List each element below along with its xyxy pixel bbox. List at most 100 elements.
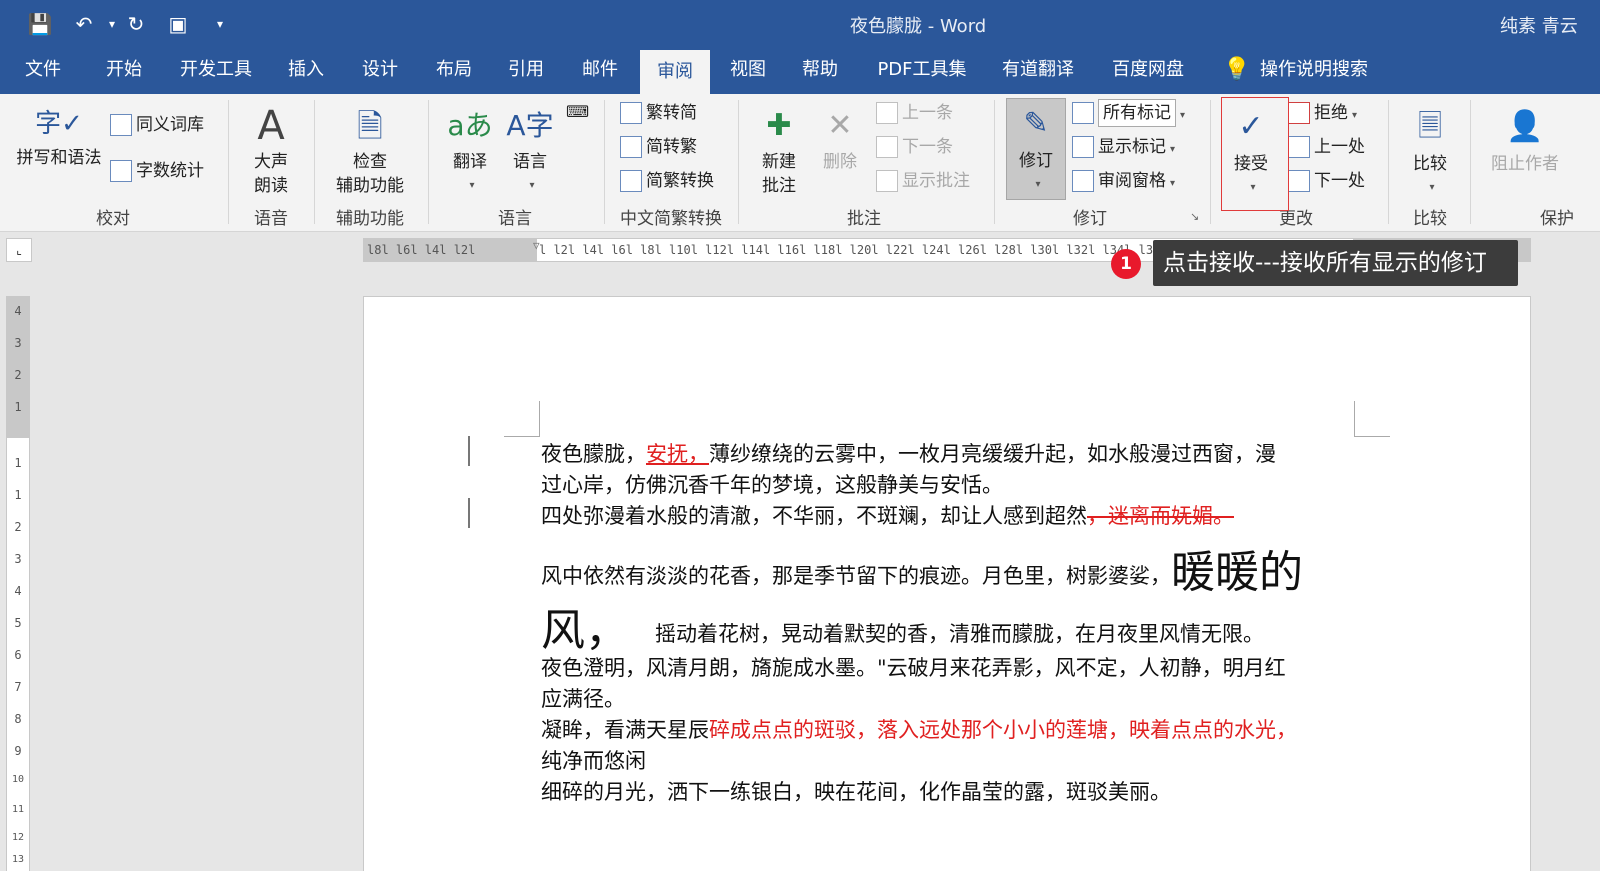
keyboard-icon[interactable]: ⌨ (566, 102, 589, 121)
group-divider (738, 100, 739, 224)
markup-dropdown[interactable]: 所有标记 ▾ (1072, 98, 1185, 128)
ruler-number: 7 (14, 680, 22, 694)
compare-button[interactable]: 🗏 比较 ▾ (1400, 102, 1460, 200)
previous-change-button[interactable]: 上一处 (1288, 132, 1365, 162)
delete-comment-button[interactable]: ✕ 删除 (812, 102, 868, 174)
ribbon: 字✓ 拼写和语法 同义词库 字数统计 校对 A 大声 朗读 语音 🗎 检查 辅助… (0, 94, 1600, 232)
simp-to-trad-button[interactable]: 简转繁 (620, 132, 697, 162)
lightbulb-icon[interactable]: 💡 (1222, 48, 1252, 94)
inserted-text: 安抚， (646, 442, 709, 466)
previous-comment-button[interactable]: 上一条 (876, 98, 953, 128)
window-title: 夜色朦胧 - Word (850, 16, 987, 37)
save-icon[interactable]: 💾 (26, 10, 54, 38)
group-speech: 语音 (254, 209, 288, 229)
doc-line[interactable]: 过心岸，仿佛沉香千年的梦境，这般静美与安恬。 (541, 469, 1003, 499)
tab-view[interactable]: 视图 (718, 48, 778, 94)
markup-icon (1072, 102, 1094, 124)
doc-line[interactable]: 夜色朦胧，安抚，薄纱缭绕的云雾中，一枚月亮缓缓升起，如水般漫过西窗，漫 (541, 438, 1276, 468)
group-tracking: 修订 (1073, 209, 1107, 229)
tab-help[interactable]: 帮助 (790, 48, 850, 94)
translate-button[interactable]: aあ 翻译 ▾ (440, 102, 500, 198)
ruler-number: 4 (14, 304, 22, 318)
tab-review[interactable]: 审阅 (640, 48, 710, 94)
tab-selector-icon[interactable]: ⌞ (6, 238, 32, 262)
tab-baidu[interactable]: 百度网盘 (1102, 48, 1194, 94)
reviewing-pane-button[interactable]: 审阅窗格 ▾ (1072, 166, 1175, 196)
group-chinese-conversion: 中文简繁转换 (620, 209, 722, 229)
doc-line[interactable]: 应满径。 (541, 683, 625, 713)
ribbon-tabs: 文件 开始 开发工具 插入 设计 布局 引用 邮件 审阅 视图 帮助 PDF工具… (0, 48, 1600, 94)
accessibility-icon: 🗎 (357, 107, 383, 145)
tab-insert[interactable]: 插入 (276, 48, 336, 94)
next-change-button[interactable]: 下一处 (1288, 166, 1365, 196)
ruler-number: 8 (14, 712, 22, 726)
indent-marker-icon[interactable]: ▽ (533, 239, 540, 252)
ruler-number: 9 (14, 744, 22, 758)
tab-home[interactable]: 开始 (92, 48, 156, 94)
reject-button[interactable]: 拒绝 ▾ (1288, 98, 1357, 128)
check-accessibility-button[interactable]: 🗎 检查 辅助功能 (322, 102, 418, 198)
ruler-number: 3 (14, 552, 22, 566)
block-authors-button[interactable]: 👤 阻止作者 (1484, 102, 1566, 176)
doc-line[interactable]: 四处弥漫着水般的清澈，不华丽，不斑斓，却让人感到超然，迷离而妩媚。 (541, 500, 1234, 530)
group-protect: 保护 (1540, 209, 1574, 229)
group-divider (228, 100, 229, 224)
group-divider (428, 100, 429, 224)
next-change-icon (1288, 170, 1310, 192)
tab-youdao[interactable]: 有道翻译 (992, 48, 1084, 94)
group-accessibility: 辅助功能 (336, 209, 404, 229)
chinese-conversion-icon (620, 170, 642, 192)
chinese-conversion-button[interactable]: 简繁转换 (620, 166, 714, 196)
doc-line[interactable]: 细碎的月光，洒下一练银白，映在花间，化作晶莹的露，斑驳美丽。 (541, 776, 1171, 806)
user-name[interactable]: 纯素 青云 (1500, 12, 1578, 38)
doc-line[interactable]: 风中依然有淡淡的花香，那是季节留下的痕迹。月色里，树影婆娑，暖暖的 (541, 536, 1303, 600)
ruler-number: 4 (14, 584, 22, 598)
tab-layout[interactable]: 布局 (424, 48, 484, 94)
word-count-button[interactable]: 字数统计 (110, 156, 204, 186)
trad-to-simp-button[interactable]: 繁转简 (620, 98, 697, 128)
show-markup-button[interactable]: 显示标记 ▾ (1072, 132, 1175, 162)
crop-mark (504, 401, 540, 437)
redo-icon[interactable]: ↻ (122, 10, 150, 38)
doc-line[interactable]: 夜色澄明，风清月朗，旖旎成水墨。"云破月来花弄影，风不定，人初静，明月红 (541, 652, 1286, 682)
simp-to-trad-icon (620, 136, 642, 158)
customize-toolbar-icon[interactable]: ▾ (206, 10, 234, 38)
track-changes-button[interactable]: ✎ 修订 ▾ (1006, 98, 1066, 200)
vertical-ruler[interactable]: 4 3 2 1 1 1 2 3 4 5 6 7 8 9 10 11 12 13 (6, 296, 30, 871)
ruler-number: 6 (14, 648, 22, 662)
large-text: 暖暖的 (1171, 547, 1303, 598)
reject-icon (1288, 102, 1310, 124)
tab-developer[interactable]: 开发工具 (168, 48, 264, 94)
doc-line[interactable]: 风， 摇动着花树，晃动着默契的香，清雅而朦胧，在月夜里风情无限。 (541, 594, 1264, 658)
show-comments-button[interactable]: 显示批注 (876, 166, 970, 196)
spelling-grammar-button[interactable]: 字✓ 拼写和语法 (12, 102, 106, 170)
language-icon: A字 (506, 109, 554, 142)
change-bar (468, 498, 470, 528)
doc-line[interactable]: 纯净而悠闲 (541, 745, 646, 775)
group-proofing: 校对 (96, 209, 130, 229)
delete-comment-icon: ✕ (827, 108, 853, 143)
group-comments: 批注 (847, 209, 881, 229)
change-bar (468, 436, 470, 466)
tab-design[interactable]: 设计 (350, 48, 410, 94)
new-comment-button[interactable]: ✚ 新建 批注 (748, 102, 810, 198)
undo-icon[interactable]: ↶ (70, 10, 98, 38)
read-aloud-button[interactable]: A 大声 朗读 (238, 102, 304, 198)
tab-pdf-tools[interactable]: PDF工具集 (868, 48, 976, 94)
tab-references[interactable]: 引用 (496, 48, 556, 94)
doc-line[interactable]: 凝眸，看满天星辰碎成点点的斑驳，落入远处那个小小的莲塘，映着点点的水光， (541, 714, 1297, 744)
compare-icon: 🗏 (1417, 109, 1443, 144)
tell-me-search[interactable]: 操作说明搜索 (1256, 48, 1372, 94)
language-button[interactable]: A字 语言 ▾ (500, 102, 560, 198)
thesaurus-icon (110, 114, 132, 136)
tab-file[interactable]: 文件 (10, 48, 76, 94)
tracking-dialog-launcher-icon[interactable]: ↘ (1190, 210, 1199, 223)
ruler-number: 3 (14, 336, 22, 350)
ruler-number: 12 (11, 832, 25, 843)
ruler-number: 13 (11, 854, 25, 865)
tab-mailings[interactable]: 邮件 (570, 48, 630, 94)
thesaurus-button[interactable]: 同义词库 (110, 110, 204, 140)
next-comment-button[interactable]: 下一条 (876, 132, 953, 162)
touch-mode-icon[interactable]: ▣ (164, 10, 192, 38)
large-text: 风， (541, 605, 629, 656)
